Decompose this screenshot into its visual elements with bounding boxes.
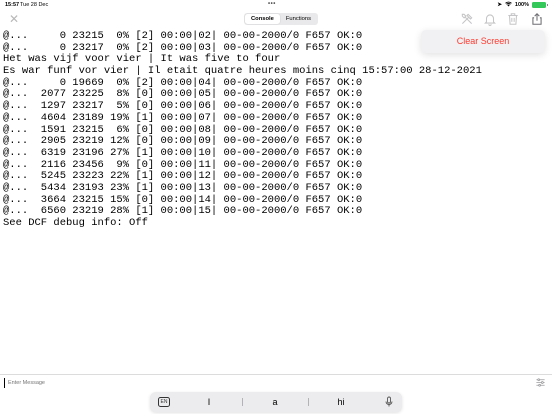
suggestion-1[interactable]: I <box>180 392 238 412</box>
suggestion-divider <box>242 398 243 406</box>
console-line: @... 6319 23196 27% [1] 00:00|10| 00-00-… <box>3 146 363 159</box>
console-output[interactable]: @... 0 23215 0% [2] 00:00|02| 00-00-2000… <box>3 30 549 230</box>
bell-icon[interactable] <box>483 12 497 26</box>
status-bar: 15:57 Tue 28 Dec ••• ➤ 100% <box>0 0 552 10</box>
suggestion-2[interactable]: a <box>246 392 304 412</box>
status-indicators: ➤ 100% <box>497 1 548 9</box>
console-line: @... 4604 23189 19% [1] 00:00|07| 00-00-… <box>3 111 363 124</box>
multitasking-dots-icon[interactable]: ••• <box>268 1 276 7</box>
console-line: See DCF debug info: Off <box>3 217 148 229</box>
close-icon[interactable]: ✕ <box>8 13 20 25</box>
status-time: 15:57 <box>5 2 20 8</box>
tools-icon[interactable] <box>460 12 474 26</box>
segmented-control: Console Functions <box>244 13 319 25</box>
console-line: Es war funf vor vier | Il etait quatre h… <box>3 65 482 78</box>
keyboard-suggestion-bar: EN I a hi <box>150 392 402 412</box>
location-arrow-icon: ➤ <box>497 2 502 8</box>
battery-icon <box>532 2 548 8</box>
tab-console[interactable]: Console <box>245 14 280 24</box>
suggestion-3[interactable]: hi <box>312 392 370 412</box>
options-sliders-icon[interactable] <box>535 377 546 388</box>
microphone-icon[interactable] <box>384 396 394 408</box>
language-button[interactable]: EN <box>158 397 170 407</box>
status-date: Tue 28 Dec <box>20 2 49 8</box>
share-icon[interactable] <box>530 12 544 26</box>
message-input[interactable] <box>5 378 525 389</box>
tab-functions[interactable]: Functions <box>280 14 317 24</box>
console-line: @... 0 23215 0% [2] 00:00|02| 00-00-2000… <box>3 30 363 42</box>
wifi-icon <box>505 1 512 9</box>
message-input-bar <box>0 374 552 390</box>
suggestion-divider <box>308 398 309 406</box>
console-line: @... 5434 23193 23% [1] 00:00|13| 00-00-… <box>3 181 363 194</box>
toolbar: ✕ Console Functions <box>0 10 552 28</box>
trash-icon[interactable] <box>506 12 520 26</box>
battery-percent: 100% <box>514 2 529 8</box>
